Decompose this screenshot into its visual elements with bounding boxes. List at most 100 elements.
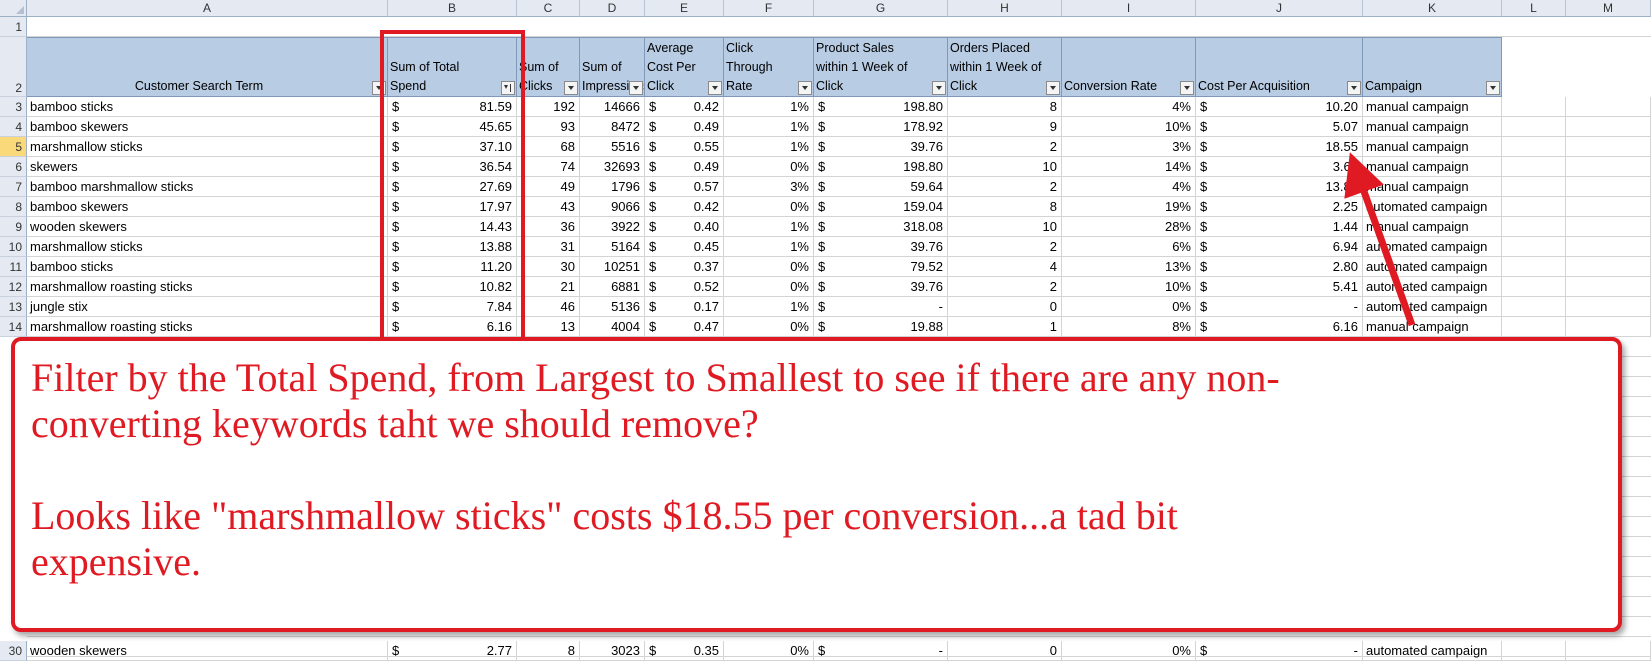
cell-conv[interactable]: 8% (1062, 317, 1196, 337)
empty-cell[interactable] (1566, 297, 1651, 317)
filter-dropdown-button[interactable] (629, 81, 643, 95)
cell-cpa[interactable]: $1.44 (1196, 217, 1363, 237)
table-header-9[interactable]: Conversion Rate (1062, 37, 1196, 97)
cell-conv[interactable]: 0% (1062, 641, 1196, 661)
cell-clicks[interactable]: 36 (517, 217, 580, 237)
cell-campaign[interactable]: automated campaign (1363, 237, 1502, 257)
cell-ctr[interactable]: 1% (724, 237, 814, 257)
cell-cpc[interactable]: $0.49 (645, 117, 724, 137)
cell-ctr[interactable]: 1% (724, 97, 814, 117)
cell-orders[interactable]: 9 (948, 117, 1062, 137)
cell-impr[interactable]: 14666 (580, 97, 645, 117)
cell-clicks[interactable]: 8 (517, 641, 580, 661)
cell-sales[interactable]: $318.08 (814, 217, 948, 237)
cell-sales[interactable]: $79.52 (814, 257, 948, 277)
cell-campaign[interactable]: automated campaign (1363, 641, 1502, 661)
cell-impr[interactable]: 8472 (580, 117, 645, 137)
cell-term[interactable]: bamboo marshmallow sticks (27, 177, 388, 197)
cell-cpc[interactable]: $0.45 (645, 237, 724, 257)
cell-term[interactable]: marshmallow sticks (27, 137, 388, 157)
cell-term[interactable]: bamboo sticks (27, 257, 388, 277)
cell-orders[interactable]: 2 (948, 137, 1062, 157)
empty-cell[interactable] (1566, 157, 1651, 177)
cell-sales[interactable]: $19.88 (814, 317, 948, 337)
row-header-14[interactable]: 14 (0, 317, 27, 337)
empty-cell[interactable] (1502, 237, 1566, 257)
cell-cpc[interactable]: $0.42 (645, 197, 724, 217)
cell-conv[interactable]: 4% (1062, 177, 1196, 197)
table-header-4[interactable]: Sum of Impressions (580, 37, 645, 97)
cell-clicks[interactable]: 13 (517, 317, 580, 337)
empty-cell[interactable] (1566, 317, 1651, 337)
cell-cpa[interactable]: $6.94 (1196, 237, 1363, 257)
cell-orders[interactable]: 10 (948, 157, 1062, 177)
cell-spend[interactable]: $17.97 (388, 197, 517, 217)
cell-conv[interactable]: 3% (1062, 137, 1196, 157)
empty-cell[interactable] (1502, 277, 1566, 297)
column-header-f[interactable]: F (724, 0, 814, 17)
cell-clicks[interactable]: 30 (517, 257, 580, 277)
cell-term[interactable]: bamboo sticks (27, 97, 388, 117)
cell-term[interactable]: wooden skewers (27, 217, 388, 237)
cell-ctr[interactable]: 1% (724, 137, 814, 157)
cell-sales[interactable]: $198.80 (814, 97, 948, 117)
cell-cpa[interactable]: $5.41 (1196, 277, 1363, 297)
table-header-2[interactable]: Sum of Total Spend (388, 37, 517, 97)
column-header-b[interactable]: B (388, 0, 517, 17)
cell-term[interactable]: bamboo skewers (27, 197, 388, 217)
row-header-6[interactable]: 6 (0, 157, 27, 177)
cell-campaign[interactable]: manual campaign (1363, 97, 1502, 117)
cell-term[interactable]: bamboo skewers (27, 117, 388, 137)
column-header-h[interactable]: H (948, 0, 1062, 17)
cell-cpa[interactable]: $5.07 (1196, 117, 1363, 137)
empty-cell[interactable] (1566, 217, 1651, 237)
cell-orders[interactable]: 2 (948, 177, 1062, 197)
cell-cpa[interactable]: $6.16 (1196, 317, 1363, 337)
filter-dropdown-button[interactable] (564, 81, 578, 95)
cell-spend[interactable]: $37.10 (388, 137, 517, 157)
column-header-d[interactable]: D (580, 0, 645, 17)
cell-spend[interactable]: $10.82 (388, 277, 517, 297)
row-header-30[interactable]: 30 (0, 641, 27, 661)
cell-spend[interactable]: $81.59 (388, 97, 517, 117)
cell-ctr[interactable]: 1% (724, 117, 814, 137)
cell-spend[interactable]: $7.84 (388, 297, 517, 317)
cell-conv[interactable]: 28% (1062, 217, 1196, 237)
cell-conv[interactable]: 10% (1062, 117, 1196, 137)
empty-cell[interactable] (1502, 257, 1566, 277)
cell-term[interactable]: skewers (27, 157, 388, 177)
cell-sales[interactable]: $178.92 (814, 117, 948, 137)
cell-ctr[interactable]: 0% (724, 197, 814, 217)
cell-term[interactable]: marshmallow sticks (27, 237, 388, 257)
cell-ctr[interactable]: 0% (724, 157, 814, 177)
cell-ctr[interactable]: 0% (724, 257, 814, 277)
sort-descending-filter-button[interactable] (501, 81, 515, 95)
row-header-12[interactable]: 12 (0, 277, 27, 297)
cell-spend[interactable]: $36.54 (388, 157, 517, 177)
cell-orders[interactable]: 10 (948, 217, 1062, 237)
cell-clicks[interactable]: 31 (517, 237, 580, 257)
cell-sales[interactable]: $159.04 (814, 197, 948, 217)
cell-spend[interactable]: $6.16 (388, 317, 517, 337)
cell-cpa[interactable]: $13.85 (1196, 177, 1363, 197)
column-header-i[interactable]: I (1062, 0, 1196, 17)
empty-cell[interactable] (1566, 257, 1651, 277)
cell-campaign[interactable]: manual campaign (1363, 177, 1502, 197)
cell-clicks[interactable]: 68 (517, 137, 580, 157)
row-header-4[interactable]: 4 (0, 117, 27, 137)
table-header-3[interactable]: Sum of Clicks (517, 37, 580, 97)
row-header-1[interactable]: 1 (0, 17, 27, 37)
empty-cell[interactable] (1502, 297, 1566, 317)
cell-cpa[interactable]: $2.25 (1196, 197, 1363, 217)
cell-orders[interactable]: 1 (948, 317, 1062, 337)
cell-impr[interactable]: 9066 (580, 197, 645, 217)
cell-impr[interactable]: 6881 (580, 277, 645, 297)
cell-campaign[interactable]: automated campaign (1363, 277, 1502, 297)
cell-ctr[interactable]: 0% (724, 641, 814, 661)
cell-campaign[interactable]: automated campaign (1363, 197, 1502, 217)
empty-cell[interactable] (1502, 97, 1566, 117)
cell-spend[interactable]: $2.77 (388, 641, 517, 661)
cell-ctr[interactable]: 1% (724, 297, 814, 317)
cell-clicks[interactable]: 43 (517, 197, 580, 217)
cell-orders[interactable]: 4 (948, 257, 1062, 277)
